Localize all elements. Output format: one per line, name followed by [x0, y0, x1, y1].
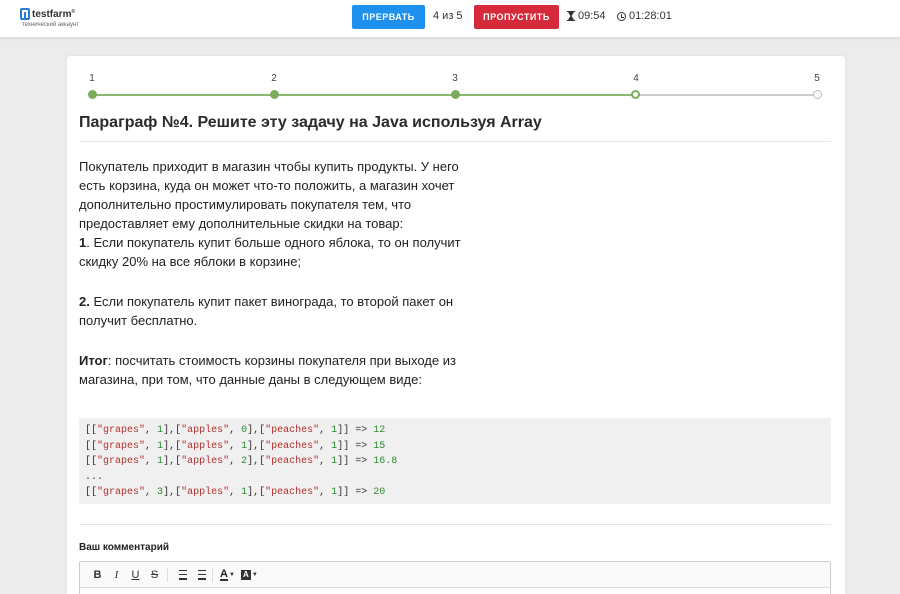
- editor-toolbar: B I U S A ▼ A ▼: [80, 562, 830, 588]
- divider: [79, 141, 831, 142]
- divider: [79, 524, 831, 525]
- stop-button[interactable]: ПРЕРВАТЬ: [352, 5, 425, 29]
- result-text: : посчитать стоимость корзины покупателя…: [79, 353, 456, 387]
- code-line: ...: [85, 471, 104, 483]
- code-line: [["grapes", 1],["apples", 0],["peaches",…: [85, 425, 386, 436]
- bullet-list-icon[interactable]: [190, 569, 209, 580]
- result-label: Итог: [79, 353, 108, 368]
- chevron-down-icon: ▼: [251, 571, 258, 578]
- background-color-button[interactable]: A ▼: [240, 569, 258, 580]
- clock-icon: [617, 11, 626, 21]
- code-line: [["grapes", 1],["apples", 2],["peaches",…: [85, 456, 398, 467]
- toolbar-separator: [167, 567, 168, 582]
- code-example: [["grapes", 1],["apples", 0],["peaches",…: [79, 418, 831, 504]
- task-result: Итог: посчитать стоимость корзины покупа…: [79, 351, 479, 389]
- task-rule-2: 2. Если покупатель купит пакет винограда…: [79, 292, 479, 330]
- step-3-dot: [451, 90, 460, 99]
- question-progress: 4 из 5: [433, 10, 463, 22]
- skip-button[interactable]: ПРОПУСТИТЬ: [474, 5, 559, 29]
- stepper-line-done: [92, 94, 636, 96]
- logo: testfarm® технический аккаунт: [20, 8, 79, 28]
- step-5-dot: [813, 90, 822, 99]
- toolbar-separator: [212, 567, 213, 582]
- bold-button[interactable]: B: [88, 569, 107, 581]
- total-timer: 01:28:01: [617, 10, 672, 22]
- code-line: [["grapes", 3],["apples", 1],["peaches",…: [85, 487, 386, 498]
- question-timer-value: 09:54: [578, 10, 606, 22]
- italic-button[interactable]: I: [107, 569, 126, 581]
- ordered-list-icon[interactable]: [171, 569, 190, 580]
- step-1-dot: [88, 90, 97, 99]
- brand-name: testfarm®: [32, 8, 76, 20]
- step-4-label: 4: [633, 73, 639, 84]
- hourglass-icon: [567, 11, 575, 21]
- underline-button[interactable]: U: [126, 569, 145, 581]
- chevron-down-icon: ▼: [228, 571, 235, 578]
- account-type: технический аккаунт: [22, 22, 80, 28]
- task-intro: Покупатель приходит в магазин чтобы купи…: [79, 159, 459, 231]
- rule-2-text: Если покупатель купит пакет винограда, т…: [79, 294, 454, 328]
- comment-label: Ваш комментарий: [79, 542, 170, 553]
- question-card: 1 2 3 4 5 Параграф №4. Решите эту задачу…: [67, 56, 845, 594]
- step-2-label: 2: [271, 73, 277, 84]
- total-timer-value: 01:28:01: [629, 10, 672, 22]
- progress-stepper: 1 2 3 4 5: [67, 56, 845, 106]
- comment-editor[interactable]: B I U S A ▼ A ▼: [79, 561, 831, 594]
- top-bar: testfarm® технический аккаунт ПРЕРВАТЬ 4…: [0, 0, 900, 38]
- step-1-label: 1: [89, 73, 95, 84]
- testfarm-logo-icon: [20, 8, 30, 20]
- task-rule-1: 1. Если покупатель купит больше одного я…: [79, 233, 479, 271]
- step-5-label: 5: [814, 73, 820, 84]
- rule-2-number: 2.: [79, 294, 90, 309]
- code-line: [["grapes", 1],["apples", 1],["peaches",…: [85, 440, 386, 452]
- stepper-line-todo: [636, 94, 818, 96]
- rule-1-text: . Если покупатель купит больше одного яб…: [79, 235, 461, 269]
- question-title: Параграф №4. Решите эту задачу на Java и…: [79, 114, 542, 131]
- strikethrough-button[interactable]: S: [145, 569, 164, 581]
- step-3-label: 3: [452, 73, 458, 84]
- question-timer: 09:54: [567, 10, 606, 22]
- step-4-dot: [631, 90, 640, 99]
- text-color-button[interactable]: A ▼: [220, 568, 235, 581]
- step-2-dot: [270, 90, 279, 99]
